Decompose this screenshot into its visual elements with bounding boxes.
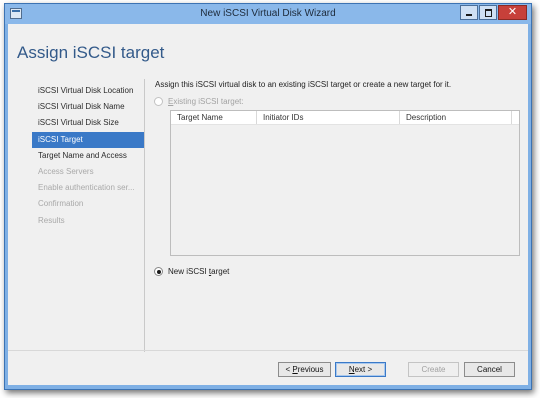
minimize-icon [466,14,472,16]
title-bar[interactable]: New iSCSI Virtual Disk Wizard ✕ [5,4,531,24]
minimize-button[interactable] [460,5,478,20]
wizard-window: New iSCSI Virtual Disk Wizard ✕ Assign i… [4,3,532,390]
new-target-option[interactable]: New iSCSI target [154,267,229,276]
create-button: Create [408,362,459,377]
existing-target-radio [154,97,163,106]
nav-step-iscsi-target[interactable]: iSCSI Target [32,131,144,148]
cancel-button[interactable]: Cancel [464,362,515,377]
close-icon: ✕ [507,6,518,18]
column-header-description[interactable]: Description [400,111,512,124]
nav-step-disk-size[interactable]: iSCSI Virtual Disk Size [32,115,144,131]
existing-targets-table: Target Name Initiator IDs Description [170,110,520,256]
table-header: Target Name Initiator IDs Description [171,111,519,125]
maximize-icon [485,9,492,17]
next-button[interactable]: Next > [335,362,386,377]
wizard-client-area: Assign iSCSI target iSCSI Virtual Disk L… [8,24,528,385]
existing-target-option: Existing iSCSI target: [154,97,244,106]
column-header-target-name[interactable]: Target Name [171,111,257,124]
nav-step-disk-location[interactable]: iSCSI Virtual Disk Location [32,83,144,99]
wizard-steps-nav: iSCSI Virtual Disk Location iSCSI Virtua… [32,83,144,229]
new-target-label[interactable]: New iSCSI target [168,267,229,276]
nav-step-results: Results [38,215,65,225]
nav-step-disk-name[interactable]: iSCSI Virtual Disk Name [32,99,144,115]
page-title: Assign iSCSI target [17,43,165,62]
nav-divider [144,79,145,352]
existing-target-label: Existing iSCSI target: [168,97,244,106]
maximize-button[interactable] [479,5,497,20]
nav-step-enable-authentication: Enable authentication ser... [38,183,135,193]
nav-step-target-name-access[interactable]: Target Name and Access [32,148,144,164]
close-button[interactable]: ✕ [498,5,527,20]
window-title: New iSCSI Virtual Disk Wizard [200,8,336,19]
nav-step-access-servers: Access Servers [38,166,94,176]
new-target-radio[interactable] [154,267,163,276]
nav-step-confirmation: Confirmation [38,199,84,209]
column-header-initiator-ids[interactable]: Initiator IDs [257,111,400,124]
previous-button[interactable]: < Previous [278,362,331,377]
button-bar-separator [8,350,528,351]
instruction-text: Assign this iSCSI virtual disk to an exi… [155,80,452,89]
